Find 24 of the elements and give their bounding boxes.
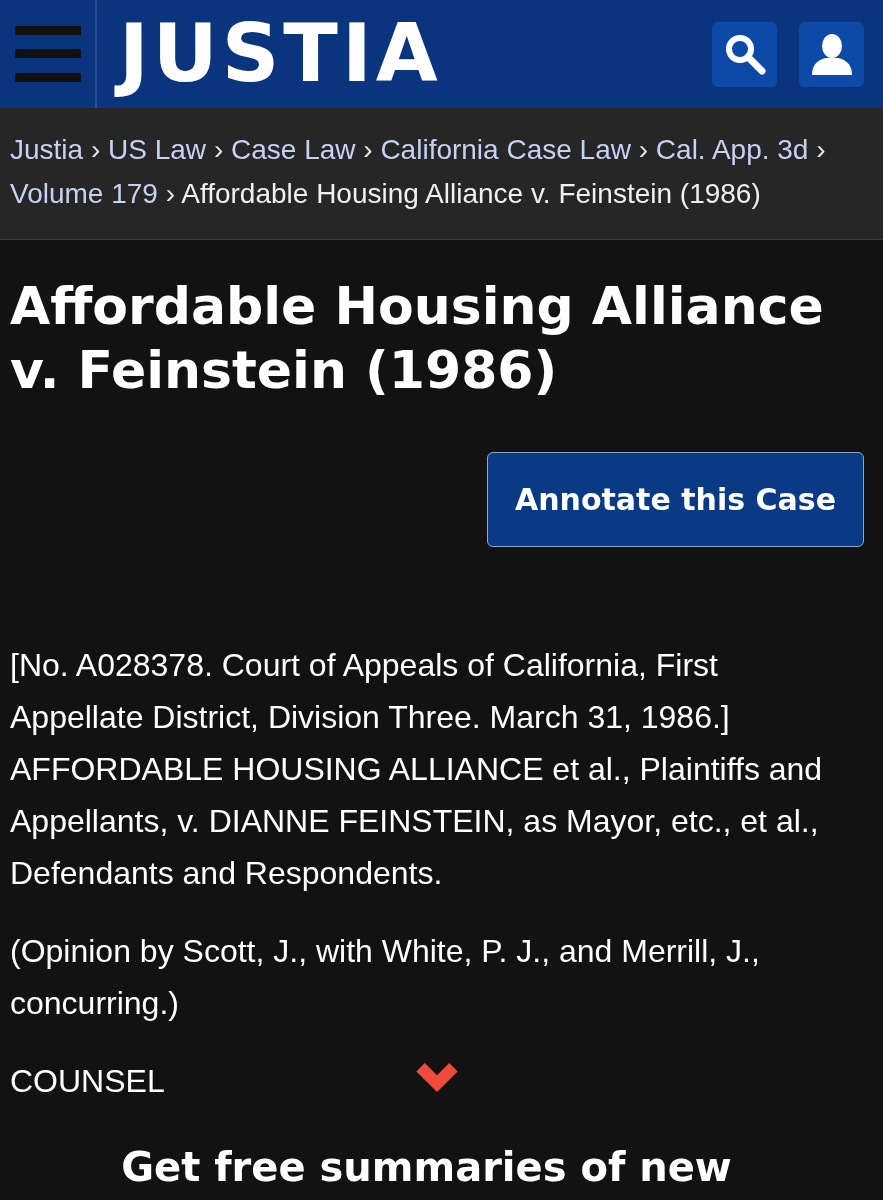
breadcrumb-separator: › xyxy=(165,178,175,209)
breadcrumb-link[interactable]: California Case Law xyxy=(380,134,631,165)
case-paragraph: [No. A028378. Court of Appeals of California, First Appellate District, Division Three. March 31, 1986.] AFFORDABLE HOUSING ALLIANCE et al., Plaintiffs and Appellants, v. DIANNE FEINSTEIN, as Mayor, etc., et al., Defendants and Respondents. xyxy=(10,646,824,893)
breadcrumb-link[interactable]: Case Law xyxy=(231,134,356,165)
breadcrumb-separator: › xyxy=(816,134,826,165)
breadcrumb-separator: › xyxy=(363,134,373,165)
search-icon xyxy=(723,33,766,75)
breadcrumb-link[interactable]: Justia xyxy=(10,134,84,165)
breadcrumb-separator: › xyxy=(90,134,101,165)
case-title: Affordable Housing Alliance v. Feinstein (1986) xyxy=(10,275,825,402)
promo-heading: Get free summaries of new xyxy=(120,1143,733,1191)
breadcrumb-separator: › xyxy=(213,134,224,165)
breadcrumb-current: Affordable Housing Alliance v. Feinstein (1986) xyxy=(181,178,761,209)
section-heading: COUNSEL xyxy=(10,1062,165,1101)
breadcrumb-link[interactable]: Cal. App. 3d xyxy=(655,134,809,165)
breadcrumb-separator: › xyxy=(638,134,649,165)
annotate-button[interactable]: Annotate this Case xyxy=(487,452,864,547)
breadcrumb-link[interactable]: Volume 179 xyxy=(10,178,158,209)
search-button[interactable] xyxy=(712,21,777,87)
breadcrumb-link[interactable]: US Law xyxy=(108,134,207,165)
account-button[interactable] xyxy=(799,21,864,87)
case-paragraph: (Opinion by Scott, J., with White, P. J., and Merrill, J., concurring.) xyxy=(10,932,761,1023)
user-icon xyxy=(809,33,854,75)
chevron-down-icon[interactable] xyxy=(416,1063,458,1093)
